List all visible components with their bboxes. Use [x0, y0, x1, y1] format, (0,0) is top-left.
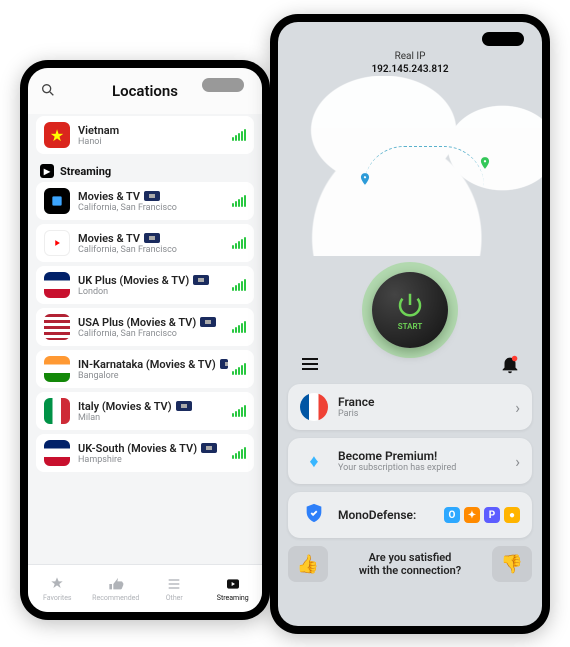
country-city: Paris [338, 409, 515, 419]
location-row[interactable]: USA Plus (Movies & TV) California, San F… [36, 308, 254, 346]
signal-icon [232, 321, 246, 333]
connect-label: START [398, 322, 423, 331]
power-icon [395, 290, 425, 320]
section-streaming: ▶ Streaming [36, 158, 254, 182]
shield-icon [303, 502, 325, 529]
signal-icon [232, 279, 246, 291]
signal-icon [232, 447, 246, 459]
flag-icon [44, 398, 70, 424]
flag-icon [44, 314, 70, 340]
flag-icon [44, 440, 70, 466]
defense-app-icon: O [444, 507, 460, 523]
chevron-right-icon: › [515, 452, 520, 471]
current-location-card[interactable]: France Paris › [288, 384, 532, 430]
premium-sub: Your subscription has expired [338, 463, 515, 473]
location-row[interactable]: IN-Karnataka (Movies & TV) Bangalore [36, 350, 254, 388]
map [278, 76, 542, 256]
location-sub: Hanoi [78, 137, 228, 147]
location-row[interactable]: ★ Vietnam Hanoi [36, 116, 254, 154]
defense-app-icons: O ✦ P ● [444, 507, 520, 523]
location-name: UK-South (Movies & TV) [78, 442, 228, 455]
thumbs-up-button[interactable]: 👍 [288, 546, 328, 582]
defense-title: MonoDefense: [338, 508, 444, 522]
location-sub: California, San Francisco [78, 245, 228, 255]
location-sub: Bangalore [78, 371, 228, 381]
defense-app-icon: ✦ [464, 507, 480, 523]
flag-icon: ★ [44, 122, 70, 148]
location-sub: Milan [78, 413, 228, 423]
notifications-button[interactable] [496, 350, 524, 378]
ip-block: Real IP 192.145.243.812 [278, 22, 542, 76]
flag-icon [44, 272, 70, 298]
app-icon [44, 188, 70, 214]
flag-icon [44, 356, 70, 382]
connect-button[interactable]: START [372, 272, 448, 348]
location-row[interactable]: Italy (Movies & TV) Milan [36, 392, 254, 430]
location-sub: Hampshire [78, 455, 228, 465]
location-row[interactable]: Movies & TV California, San Francisco [36, 224, 254, 262]
app-icon [44, 230, 70, 256]
tab-favorites[interactable]: Favorites [28, 565, 87, 612]
phone-connect: Real IP 192.145.243.812 START [270, 14, 550, 634]
signal-icon [232, 363, 246, 375]
feedback-row: 👍 Are you satisfied with the connection?… [288, 546, 532, 582]
location-name: Movies & TV [78, 190, 228, 203]
chevron-right-icon: › [515, 398, 520, 417]
diamond-icon: ♦ [309, 451, 318, 472]
defense-app-icon: P [484, 507, 500, 523]
location-sub: California, San Francisco [78, 329, 228, 339]
locations-header: Locations [28, 68, 262, 114]
location-sub: California, San Francisco [78, 203, 228, 213]
pin-destination-icon [478, 156, 492, 170]
tab-other[interactable]: Other [145, 565, 204, 612]
tab-recommended[interactable]: Recommended [87, 565, 146, 612]
streaming-section-icon: ▶ [40, 164, 54, 178]
locations-title: Locations [112, 82, 178, 100]
location-name: Italy (Movies & TV) [78, 400, 228, 413]
signal-icon [232, 237, 246, 249]
feedback-text: Are you satisfied with the connection? [336, 551, 484, 577]
signal-icon [232, 405, 246, 417]
location-name: Vietnam [78, 124, 228, 137]
location-name: USA Plus (Movies & TV) [78, 316, 228, 329]
location-name: Movies & TV [78, 232, 228, 245]
monodefense-card[interactable]: MonoDefense: O ✦ P ● [288, 492, 532, 538]
location-row[interactable]: UK-South (Movies & TV) Hampshire [36, 434, 254, 472]
bottom-tab-bar: Favorites Recommended Other Streaming [28, 564, 262, 612]
premium-title: Become Premium! [338, 449, 515, 463]
thumbs-down-button[interactable]: 👎 [492, 546, 532, 582]
search-icon[interactable] [40, 82, 56, 98]
connection-arc [364, 146, 484, 186]
phone-locations: Locations ★ Vietnam Hanoi ▶ Streaming M [20, 60, 270, 620]
ip-label: Real IP [278, 50, 542, 63]
country-name: France [338, 395, 515, 409]
signal-icon [232, 195, 246, 207]
location-name: IN-Karnataka (Movies & TV) [78, 358, 228, 371]
flag-france-icon [300, 393, 328, 421]
location-row[interactable]: Movies & TV California, San Francisco [36, 182, 254, 220]
pin-origin-icon [358, 172, 372, 186]
premium-card[interactable]: ♦ Become Premium! Your subscription has … [288, 438, 532, 484]
menu-button[interactable] [296, 350, 324, 378]
defense-app-icon: ● [504, 507, 520, 523]
location-name: UK Plus (Movies & TV) [78, 274, 228, 287]
signal-icon [232, 129, 246, 141]
ip-value: 192.145.243.812 [278, 63, 542, 76]
locations-list: ★ Vietnam Hanoi ▶ Streaming Movies & TV … [28, 114, 262, 472]
tab-streaming[interactable]: Streaming [204, 565, 263, 612]
location-sub: London [78, 287, 228, 297]
location-row[interactable]: UK Plus (Movies & TV) London [36, 266, 254, 304]
